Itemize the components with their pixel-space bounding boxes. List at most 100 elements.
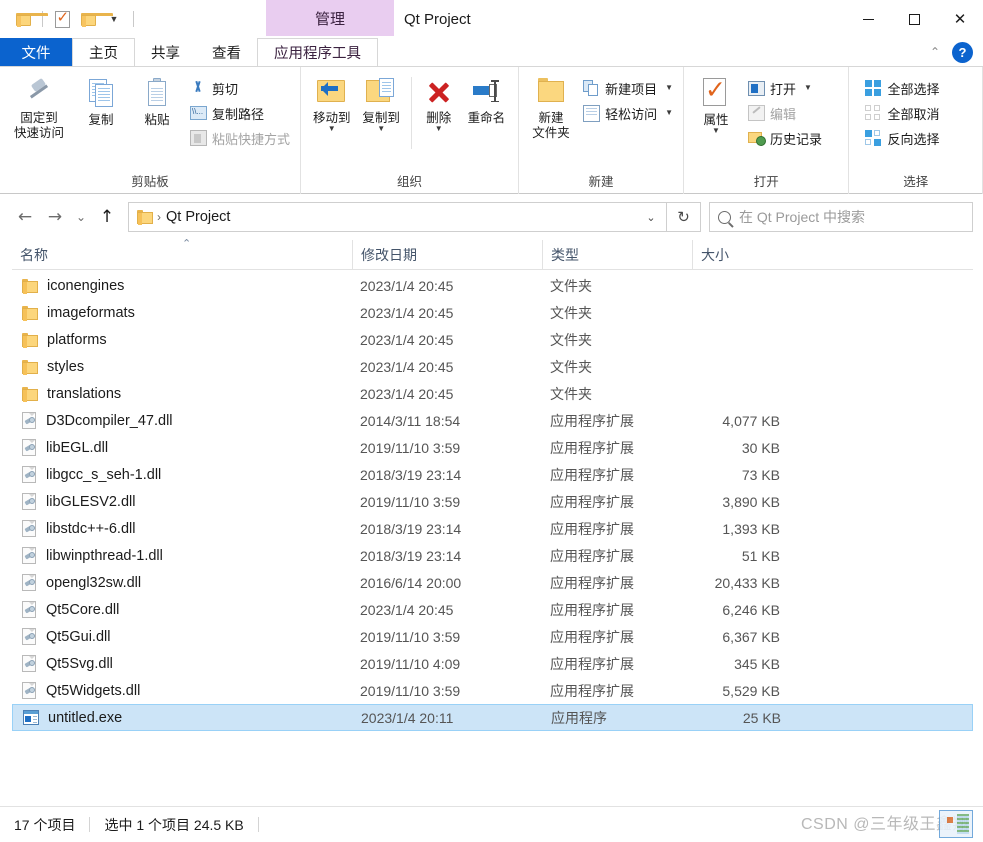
back-button[interactable]: ←: [10, 202, 40, 232]
clipboard-small-commands: 剪切 复制路径 粘贴快捷方式: [186, 73, 294, 150]
tab-share[interactable]: 共享: [135, 38, 196, 66]
address-bar[interactable]: › Qt Project ⌄: [128, 202, 667, 232]
table-row[interactable]: platforms 2023/1/4 20:45 文件夹: [12, 326, 973, 353]
cut-button[interactable]: 剪切: [186, 76, 294, 100]
table-row[interactable]: untitled.exe 2023/1/4 20:11 应用程序 25 KB: [12, 704, 973, 731]
tab-home-label: 主页: [89, 46, 118, 62]
tab-home[interactable]: 主页: [72, 38, 135, 66]
table-row[interactable]: imageformats 2023/1/4 20:45 文件夹: [12, 299, 973, 326]
properties-icon: ✓: [703, 75, 726, 106]
table-row[interactable]: libEGL.dll 2019/11/10 3:59 应用程序扩展 30 KB: [12, 434, 973, 461]
chevron-down-icon[interactable]: ▼: [328, 125, 336, 133]
help-icon[interactable]: ?: [952, 41, 973, 63]
rename-icon: [470, 77, 502, 107]
maximize-button[interactable]: [891, 0, 937, 38]
file-name-label: imageformats: [47, 304, 135, 321]
minimize-button[interactable]: [845, 0, 891, 38]
window-title-text: Qt Project: [404, 10, 471, 28]
table-row[interactable]: translations 2023/1/4 20:45 文件夹: [12, 380, 973, 407]
table-row[interactable]: Qt5Svg.dll 2019/11/10 4:09 应用程序扩展 345 KB: [12, 650, 973, 677]
open-small-commands: 打开 ▼ 编辑 历史记录: [744, 73, 826, 150]
cell-type: 应用程序扩展: [550, 466, 634, 483]
table-row[interactable]: libgcc_s_seh-1.dll 2018/3/19 23:14 应用程序扩展 7…: [12, 461, 973, 488]
group-title-open: 打开: [753, 175, 779, 189]
invert-selection-button[interactable]: 反向选择: [861, 126, 943, 150]
customize-dropdown-icon[interactable]: ▼: [101, 6, 127, 32]
folder-icon[interactable]: [10, 6, 48, 32]
tab-file-label: 文件: [21, 45, 51, 62]
explorer-window: ▼ 管理 Qt Project ✕ 文件 主页 共享 查看: [0, 0, 983, 842]
close-icon: ✕: [953, 10, 967, 28]
rename-button[interactable]: 重命名: [461, 73, 512, 126]
recent-locations-button[interactable]: ⌄: [70, 202, 92, 232]
table-row[interactable]: libstdc++-6.dll 2018/3/19 23:14 应用程序扩展 1,39…: [12, 515, 973, 542]
column-header-type[interactable]: 类型: [542, 239, 692, 270]
close-button[interactable]: ✕: [937, 0, 983, 38]
cell-name: platforms: [12, 332, 352, 348]
search-box[interactable]: 在 Qt Project 中搜索: [709, 202, 973, 232]
properties-check-icon[interactable]: [49, 6, 75, 32]
copy-button[interactable]: 复制: [74, 73, 128, 128]
table-row[interactable]: iconengines 2023/1/4 20:45 文件夹: [12, 272, 973, 299]
breadcrumb-item-qt-project[interactable]: Qt Project: [166, 209, 230, 225]
file-name-label: platforms: [47, 331, 107, 348]
dll-file-icon: [22, 655, 37, 672]
forward-button[interactable]: →: [40, 202, 70, 232]
table-row[interactable]: opengl32sw.dll 2016/6/14 20:00 应用程序扩展 20,43…: [12, 569, 973, 596]
move-to-button[interactable]: 移动到 ▼: [307, 73, 356, 133]
cell-date: 2023/1/4 20:45: [360, 601, 454, 618]
cell-type: 应用程序扩展: [550, 682, 634, 699]
chevron-down-icon[interactable]: ▼: [665, 109, 673, 117]
chevron-down-icon[interactable]: ▼: [377, 125, 385, 133]
properties-button[interactable]: ✓ 属性 ▼: [690, 73, 742, 135]
table-row[interactable]: libGLESV2.dll 2019/11/10 3:59 应用程序扩展 3,890 …: [12, 488, 973, 515]
chevron-down-icon[interactable]: ▼: [665, 84, 673, 92]
new-folder-button[interactable]: 新建 文件夹: [525, 73, 577, 141]
new-item-button[interactable]: 新建项目 ▼: [579, 76, 677, 100]
folder-icon: [137, 210, 153, 225]
history-button[interactable]: 历史记录: [744, 126, 826, 150]
open-button[interactable]: 打开 ▼: [744, 76, 826, 100]
column-header-name[interactable]: 名称 ⌃: [12, 238, 352, 270]
paste-button[interactable]: 粘贴: [130, 73, 184, 128]
pin-to-quick-access-button[interactable]: 固定到 快速访问: [6, 73, 72, 141]
cell-type: 应用程序: [551, 709, 607, 726]
tab-view[interactable]: 查看: [196, 38, 257, 66]
cell-name: libstdc++-6.dll: [12, 520, 352, 537]
copy-path-button[interactable]: 复制路径: [186, 101, 294, 125]
table-row[interactable]: libwinpthread-1.dll 2018/3/19 23:14 应用程序扩展…: [12, 542, 973, 569]
select-all-button[interactable]: 全部选择: [861, 76, 943, 100]
chevron-down-icon[interactable]: ▼: [712, 127, 720, 135]
select-none-button[interactable]: 全部取消: [861, 101, 943, 125]
breadcrumb-separator[interactable]: ›: [157, 210, 161, 224]
address-dropdown-icon[interactable]: ⌄: [640, 211, 662, 224]
chevron-down-icon[interactable]: ▼: [435, 125, 443, 133]
tab-file[interactable]: 文件: [0, 38, 72, 66]
file-list[interactable]: iconengines 2023/1/4 20:45 文件夹 imageformats…: [0, 270, 983, 731]
collapse-ribbon-icon[interactable]: ⌃: [930, 45, 940, 59]
table-row[interactable]: Qt5Gui.dll 2019/11/10 3:59 应用程序扩展 6,367 KB: [12, 623, 973, 650]
easy-access-button[interactable]: 轻松访问 ▼: [579, 101, 677, 125]
table-row[interactable]: Qt5Core.dll 2023/1/4 20:45 应用程序扩展 6,246 KB: [12, 596, 973, 623]
cell-date: 2018/3/19 23:14: [360, 520, 462, 537]
file-name-label: Qt5Widgets.dll: [46, 682, 141, 699]
column-header-type-label: 类型: [551, 246, 579, 263]
chevron-down-icon[interactable]: ▼: [804, 84, 812, 92]
quick-access-toolbar: ▼: [0, 0, 140, 38]
copy-to-button[interactable]: 复制到 ▼: [356, 73, 405, 133]
delete-button[interactable]: 删除 ▼: [417, 73, 461, 133]
new-folder-icon[interactable]: [75, 6, 113, 32]
title-bar: ▼ 管理 Qt Project ✕: [0, 0, 983, 38]
edit-button[interactable]: 编辑: [744, 101, 826, 125]
paste-shortcut-button[interactable]: 粘贴快捷方式: [186, 126, 294, 150]
table-row[interactable]: D3Dcompiler_47.dll 2014/3/11 18:54 应用程序扩展 4…: [12, 407, 973, 434]
refresh-button[interactable]: ↻: [667, 202, 701, 232]
copy-to-label: 复制到: [362, 111, 400, 125]
table-row[interactable]: Qt5Widgets.dll 2019/11/10 3:59 应用程序扩展 5,529…: [12, 677, 973, 704]
table-row[interactable]: styles 2023/1/4 20:45 文件夹: [12, 353, 973, 380]
tab-application-tools[interactable]: 应用程序工具: [257, 38, 378, 66]
column-header-date[interactable]: 修改日期: [352, 239, 542, 270]
column-header-size[interactable]: 大小: [692, 239, 792, 270]
ribbon-tabstrip: 文件 主页 共享 查看 应用程序工具 ⌃ ?: [0, 38, 983, 66]
up-button[interactable]: ↑: [92, 202, 122, 232]
